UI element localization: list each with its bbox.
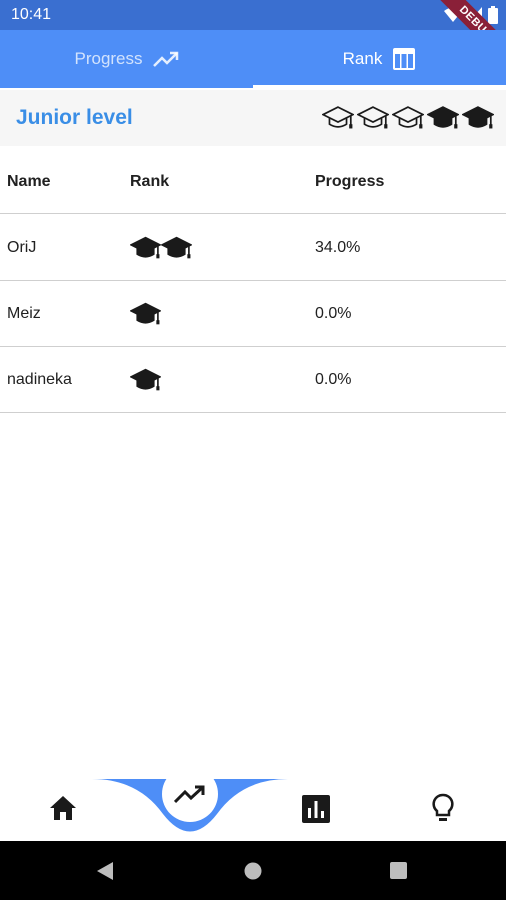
graduation-cap-filled-icon <box>130 302 161 325</box>
tab-rank-label: Rank <box>342 49 383 68</box>
graduation-cap-filled-icon <box>130 236 161 259</box>
recents-icon[interactable] <box>390 862 407 879</box>
row-rank <box>130 368 161 393</box>
row-progress: 0.0% <box>315 371 352 388</box>
back-icon[interactable] <box>96 861 114 881</box>
tab-bar: Progress Rank <box>0 30 506 88</box>
row-name: OriJ <box>7 239 37 256</box>
lightbulb-icon <box>432 793 454 821</box>
graduation-cap-filled-icon <box>161 236 192 259</box>
table-header: Name Rank Progress <box>0 150 506 214</box>
home-circle-icon[interactable] <box>244 862 262 880</box>
row-name: nadineka <box>7 371 72 388</box>
graduation-cap-filled-icon <box>427 106 459 129</box>
graduation-cap-outline-icon <box>357 106 389 129</box>
system-nav-bar <box>0 841 506 900</box>
bar-chart-icon <box>302 795 330 823</box>
level-bar: Junior level <box>0 90 506 146</box>
graduation-cap-filled-icon <box>130 368 161 391</box>
nav-progress-fab[interactable] <box>162 766 218 822</box>
nav-tips-button[interactable] <box>431 793 455 830</box>
row-progress: 34.0% <box>315 239 361 256</box>
nav-stats-button[interactable] <box>302 795 330 828</box>
row-rank <box>130 236 192 261</box>
status-time: 10:41 <box>11 6 52 23</box>
row-name: Meiz <box>7 305 41 322</box>
header-name: Name <box>7 172 51 190</box>
tab-rank[interactable]: Rank <box>253 30 506 88</box>
row-progress: 0.0% <box>315 305 352 322</box>
graduation-cap-outline-icon <box>322 106 354 129</box>
table-chart-icon <box>393 48 416 70</box>
header-rank: Rank <box>130 172 170 190</box>
graduation-cap-outline-icon <box>392 106 424 129</box>
table-row: OriJ 34.0% <box>0 216 506 281</box>
bottom-nav <box>0 779 506 841</box>
status-bar: 10:41 DEBUG <box>0 0 506 72</box>
home-icon <box>50 796 76 820</box>
trending-up-icon <box>174 785 205 804</box>
nav-home-button[interactable] <box>49 795 77 826</box>
header-progress: Progress <box>315 172 385 190</box>
tab-progress-label: Progress <box>74 49 143 68</box>
trending-up-icon <box>152 51 178 67</box>
table-row: Meiz 0.0% <box>0 282 506 347</box>
row-rank <box>130 302 161 327</box>
level-title: Junior level <box>16 106 133 129</box>
table-row: nadineka 0.0% <box>0 348 506 413</box>
level-caps <box>322 105 494 131</box>
graduation-cap-filled-icon <box>462 106 494 129</box>
tab-progress[interactable]: Progress <box>0 30 253 88</box>
battery-icon <box>488 6 498 24</box>
